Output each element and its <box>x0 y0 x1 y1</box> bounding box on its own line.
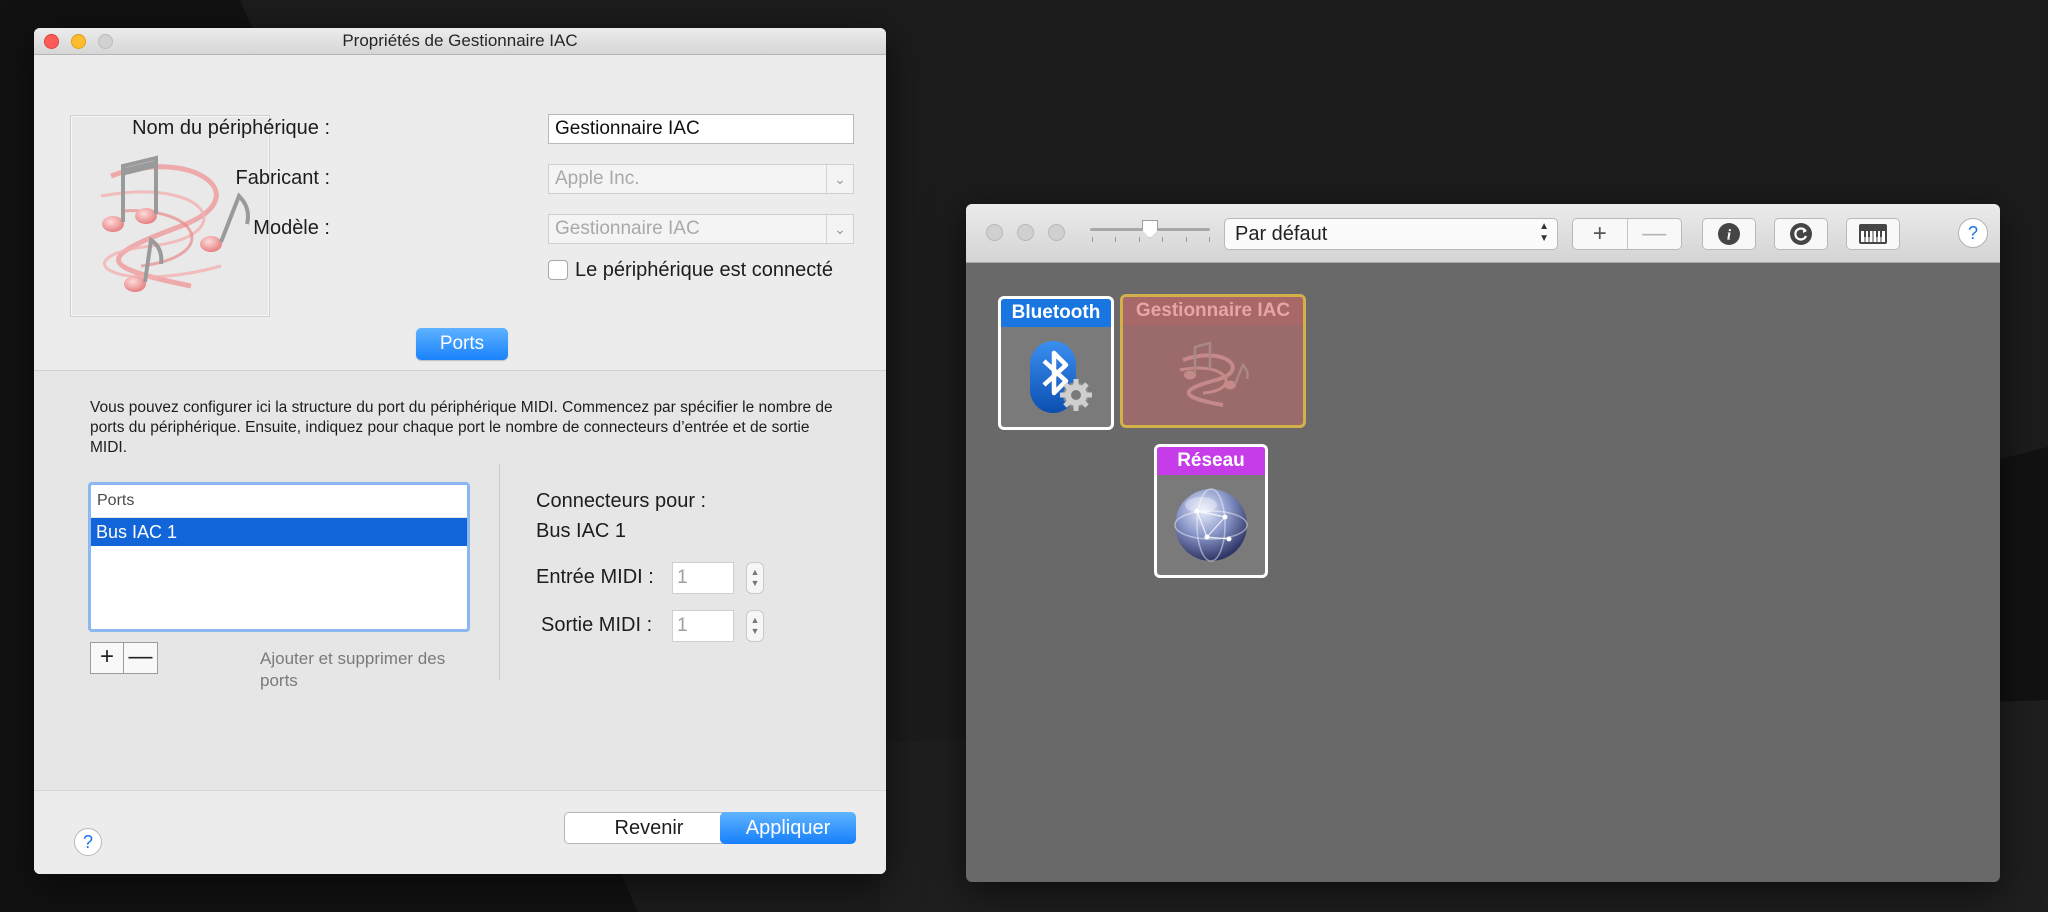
keyboard-icon <box>1859 224 1887 244</box>
add-device-button[interactable]: + <box>1573 219 1627 249</box>
ports-list[interactable]: Ports Bus IAC 1 <box>88 482 470 632</box>
slider-thumb[interactable] <box>1142 220 1158 238</box>
rescan-button[interactable] <box>1774 218 1828 250</box>
toolbar: Par défaut ▲ ▼ + — i ? <box>966 204 2000 263</box>
connectors-title: Connecteurs pour : <box>536 490 707 512</box>
add-remove-ports: + — <box>90 642 158 674</box>
ports-description: Vous pouvez configurer ici la structure … <box>90 399 833 456</box>
manufacturer-label: Fabricant : <box>235 167 330 189</box>
configuration-select[interactable]: Par défaut ▲ ▼ <box>1224 218 1558 250</box>
connectors-heading: Connecteurs pour : Bus IAC 1 <box>536 486 706 546</box>
refresh-icon <box>1790 223 1812 245</box>
ports-list-header: Ports <box>91 485 467 518</box>
device-online-checkbox[interactable] <box>548 260 568 280</box>
add-port-button[interactable]: + <box>90 642 124 674</box>
test-setup-button[interactable] <box>1846 218 1900 250</box>
window-controls <box>986 224 1065 241</box>
iac-music-icon <box>1179 341 1249 407</box>
help-button[interactable]: ? <box>1958 218 1988 248</box>
window-controls <box>44 34 113 49</box>
chevron-down-icon[interactable]: ⌄ <box>826 165 853 193</box>
device-bluetooth[interactable]: Bluetooth <box>998 296 1114 430</box>
manufacturer-combo[interactable]: Apple Inc. ⌄ <box>548 164 854 194</box>
chevron-down-icon[interactable]: ⌄ <box>826 215 853 243</box>
device-name-label: Nom du périphérique : <box>132 117 330 139</box>
title-bar[interactable]: Propriétés de Gestionnaire IAC <box>34 28 886 55</box>
close-button[interactable] <box>44 34 59 49</box>
updown-arrows-icon: ▲ ▼ <box>1539 221 1549 244</box>
device-icon-area <box>1123 325 1303 425</box>
chevron-up-icon[interactable]: ▲ <box>751 567 760 578</box>
network-globe-icon <box>1174 488 1248 562</box>
minimize-button[interactable] <box>71 34 86 49</box>
device-info-panel: Nom du périphérique : Gestionnaire IAC F… <box>34 55 886 371</box>
connectors-port-name: Bus IAC 1 <box>536 520 627 542</box>
apply-button[interactable]: Appliquer <box>720 812 856 844</box>
device-name: Gestionnaire IAC <box>1123 297 1303 325</box>
zoom-button[interactable] <box>1048 224 1065 241</box>
tab-ports[interactable]: Ports <box>416 328 508 360</box>
midi-out-stepper[interactable]: ▲ ▼ <box>746 610 764 642</box>
close-button[interactable] <box>986 224 1003 241</box>
chevron-down-icon[interactable]: ▼ <box>751 626 760 637</box>
configuration-value: Par défaut <box>1235 223 1328 245</box>
manufacturer-value: Apple Inc. <box>555 168 640 189</box>
midi-out-field[interactable]: 1 <box>672 610 734 642</box>
device-icon-area <box>1001 327 1111 427</box>
chevron-up-icon[interactable]: ▲ <box>751 615 760 626</box>
window-title: Propriétés de Gestionnaire IAC <box>342 31 578 50</box>
device-icon-area <box>1157 475 1265 575</box>
chevron-down-icon[interactable]: ▼ <box>751 578 760 589</box>
midi-in-field[interactable]: 1 <box>672 562 734 594</box>
midi-in-stepper[interactable]: ▲ ▼ <box>746 562 764 594</box>
minimize-button[interactable] <box>1017 224 1034 241</box>
remove-port-button[interactable]: — <box>124 642 158 674</box>
device-name: Bluetooth <box>1001 299 1111 327</box>
iac-music-icon[interactable] <box>70 115 270 317</box>
bluetooth-icon <box>1030 341 1092 413</box>
list-item[interactable]: Bus IAC 1 <box>91 518 467 546</box>
model-label: Modèle : <box>253 217 330 239</box>
zoom-button[interactable] <box>98 34 113 49</box>
properties-window: Propriétés de Gestionnaire IAC Nom du pé… <box>34 28 886 874</box>
midi-out-label: Sortie MIDI : <box>541 614 653 636</box>
device-network[interactable]: Réseau <box>1154 444 1268 578</box>
device-name-field[interactable]: Gestionnaire IAC <box>548 114 854 144</box>
midi-in-label: Entrée MIDI : <box>536 566 654 588</box>
device-name: Réseau <box>1157 447 1265 475</box>
help-button[interactable]: ? <box>74 828 102 856</box>
show-info-button[interactable]: i <box>1702 218 1756 250</box>
remove-device-button[interactable]: — <box>1626 219 1682 249</box>
model-value: Gestionnaire IAC <box>555 218 700 239</box>
info-icon: i <box>1718 223 1740 245</box>
device-iac-driver[interactable]: Gestionnaire IAC <box>1120 294 1306 428</box>
model-combo[interactable]: Gestionnaire IAC ⌄ <box>548 214 854 244</box>
add-remove-device-segment: + — <box>1572 218 1682 250</box>
midi-studio-window: Par défaut ▲ ▼ + — i ? Bluetooth Gestion… <box>966 204 2000 882</box>
revert-button[interactable]: Revenir <box>564 812 734 844</box>
divider <box>499 464 500 680</box>
slider-ticks <box>1092 237 1210 242</box>
device-online-label[interactable]: Le périphérique est connecté <box>575 259 833 282</box>
add-remove-hint: Ajouter et supprimer des ports <box>260 649 446 690</box>
